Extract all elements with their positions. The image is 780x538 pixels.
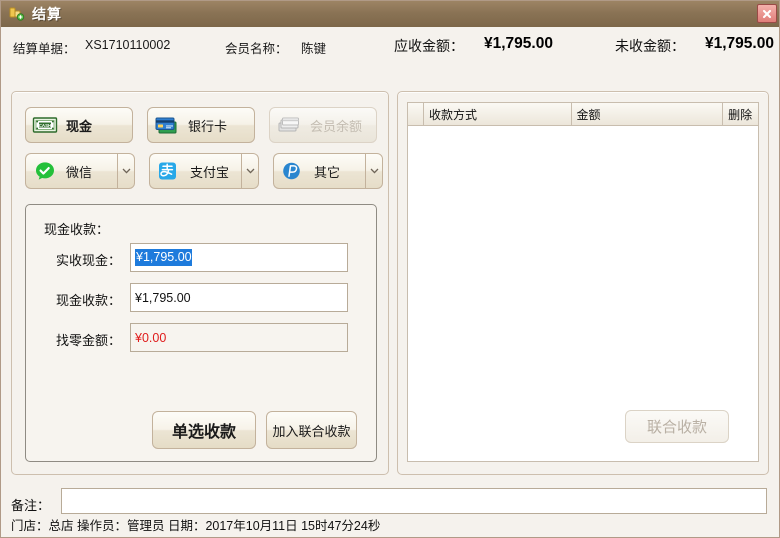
cash-received-input[interactable]: ¥1,795.00 (130, 283, 348, 312)
payment-method-other-label: 其它 (314, 164, 341, 180)
payment-table-col-method[interactable]: 收款方式 (423, 103, 572, 125)
change-amount-label: 找零金额： (56, 333, 122, 348)
svg-text:CASH: CASH (39, 123, 51, 128)
order-value: XS1710110002 (85, 38, 171, 52)
order-label: 结算单据： (13, 42, 76, 56)
cash-banknote-icon: CASH (32, 114, 58, 136)
payment-entry-panel: CASH 现金 银行卡 会员余额 微信 支付宝 其它 现金收款： 实收现金： ¥… (11, 91, 389, 475)
order-info-row: 结算单据： XS1710110002 会员名称： 陈键 应收金额： ¥1,795… (1, 27, 779, 63)
payment-method-cash[interactable]: CASH 现金 (25, 107, 133, 143)
wechat-icon (32, 160, 58, 182)
settlement-icon (8, 5, 26, 23)
receivable-value: ¥1,795.00 (484, 35, 553, 52)
payment-table-header: 收款方式 金额 删除 (408, 103, 758, 126)
payment-method-row-2: 微信 支付宝 其它 (25, 153, 383, 189)
payment-method-other-dropdown[interactable] (365, 153, 383, 189)
payment-method-member-balance: 会员余额 (269, 107, 377, 143)
payment-table-col-delete[interactable]: 删除 (723, 103, 758, 125)
payment-method-row-1: CASH 现金 银行卡 会员余额 (25, 107, 377, 143)
payment-method-other-group: 其它 (273, 153, 383, 189)
cash-received-value: ¥1,795.00 (135, 290, 191, 305)
payment-method-alipay-group: 支付宝 (149, 153, 259, 189)
member-card-icon (276, 114, 302, 136)
dialog-body: 结算单据： XS1710110002 会员名称： 陈键 应收金额： ¥1,795… (1, 27, 779, 537)
payment-method-alipay[interactable]: 支付宝 (149, 153, 241, 189)
cash-payment-groupbox: 现金收款： 实收现金： ¥1,795.00 现金收款： ¥1,795.00 找零… (25, 204, 377, 462)
chevron-down-icon (122, 168, 130, 174)
change-amount-value: ¥0.00 (135, 330, 167, 345)
payment-table: 收款方式 金额 删除 (407, 102, 759, 462)
actual-cash-input[interactable]: ¥1,795.00 (130, 243, 348, 272)
alipay-icon (156, 160, 182, 182)
payment-table-col-amount[interactable]: 金额 (571, 103, 724, 125)
actual-cash-label: 实收现金： (56, 253, 122, 268)
unreceived-value: ¥1,795.00 (705, 35, 774, 52)
window-title: 结算 (32, 6, 62, 22)
payment-list-panel: 收款方式 金额 删除 联合收款 (397, 91, 769, 475)
payment-method-alipay-dropdown[interactable] (241, 153, 259, 189)
settlement-dialog: 结算 结算单据： XS1710110002 会员名称： 陈键 应收金额： ¥1,… (0, 0, 780, 538)
chevron-down-icon (246, 168, 254, 174)
close-button[interactable] (757, 4, 777, 23)
other-payment-icon (280, 160, 306, 182)
payment-method-wechat-group: 微信 (25, 153, 135, 189)
member-value: 陈键 (301, 42, 327, 56)
add-joint-pay-button[interactable]: 加入联合收款 (266, 411, 357, 449)
single-pay-button[interactable]: 单选收款 (152, 411, 256, 449)
status-bar: 门店：总店 操作员：管理员 日期：2017年10月11日 15时47分24秒 (11, 519, 381, 533)
payment-method-bankcard-label: 银行卡 (188, 118, 228, 134)
payment-method-wechat-label: 微信 (66, 164, 93, 180)
payment-method-grid: CASH 现金 银行卡 会员余额 微信 支付宝 其它 (25, 107, 383, 199)
joint-pay-button: 联合收款 (625, 410, 729, 443)
receivable-label: 应收金额： (394, 38, 464, 54)
unreceived-label: 未收金额： (615, 38, 685, 54)
payment-table-col-0 (408, 103, 424, 125)
payment-method-bankcard[interactable]: 银行卡 (147, 107, 255, 143)
window-titlebar: 结算 (1, 1, 779, 27)
chevron-down-icon (370, 168, 378, 174)
payment-method-member-balance-label: 会员余额 (310, 118, 363, 134)
member-label: 会员名称： (225, 42, 288, 56)
cash-received-label: 现金收款： (56, 293, 122, 308)
payment-method-cash-label: 现金 (66, 118, 93, 134)
remark-input[interactable] (61, 488, 767, 514)
change-amount-field: ¥0.00 (130, 323, 348, 352)
payment-method-alipay-label: 支付宝 (190, 164, 230, 180)
payment-method-other[interactable]: 其它 (273, 153, 365, 189)
payment-method-wechat-dropdown[interactable] (117, 153, 135, 189)
actual-cash-value: ¥1,795.00 (135, 249, 192, 266)
remark-label: 备注： (11, 498, 51, 513)
credit-card-icon (154, 114, 180, 136)
payment-method-wechat[interactable]: 微信 (25, 153, 117, 189)
cash-payment-title: 现金收款： (44, 222, 110, 237)
close-icon (762, 9, 772, 18)
